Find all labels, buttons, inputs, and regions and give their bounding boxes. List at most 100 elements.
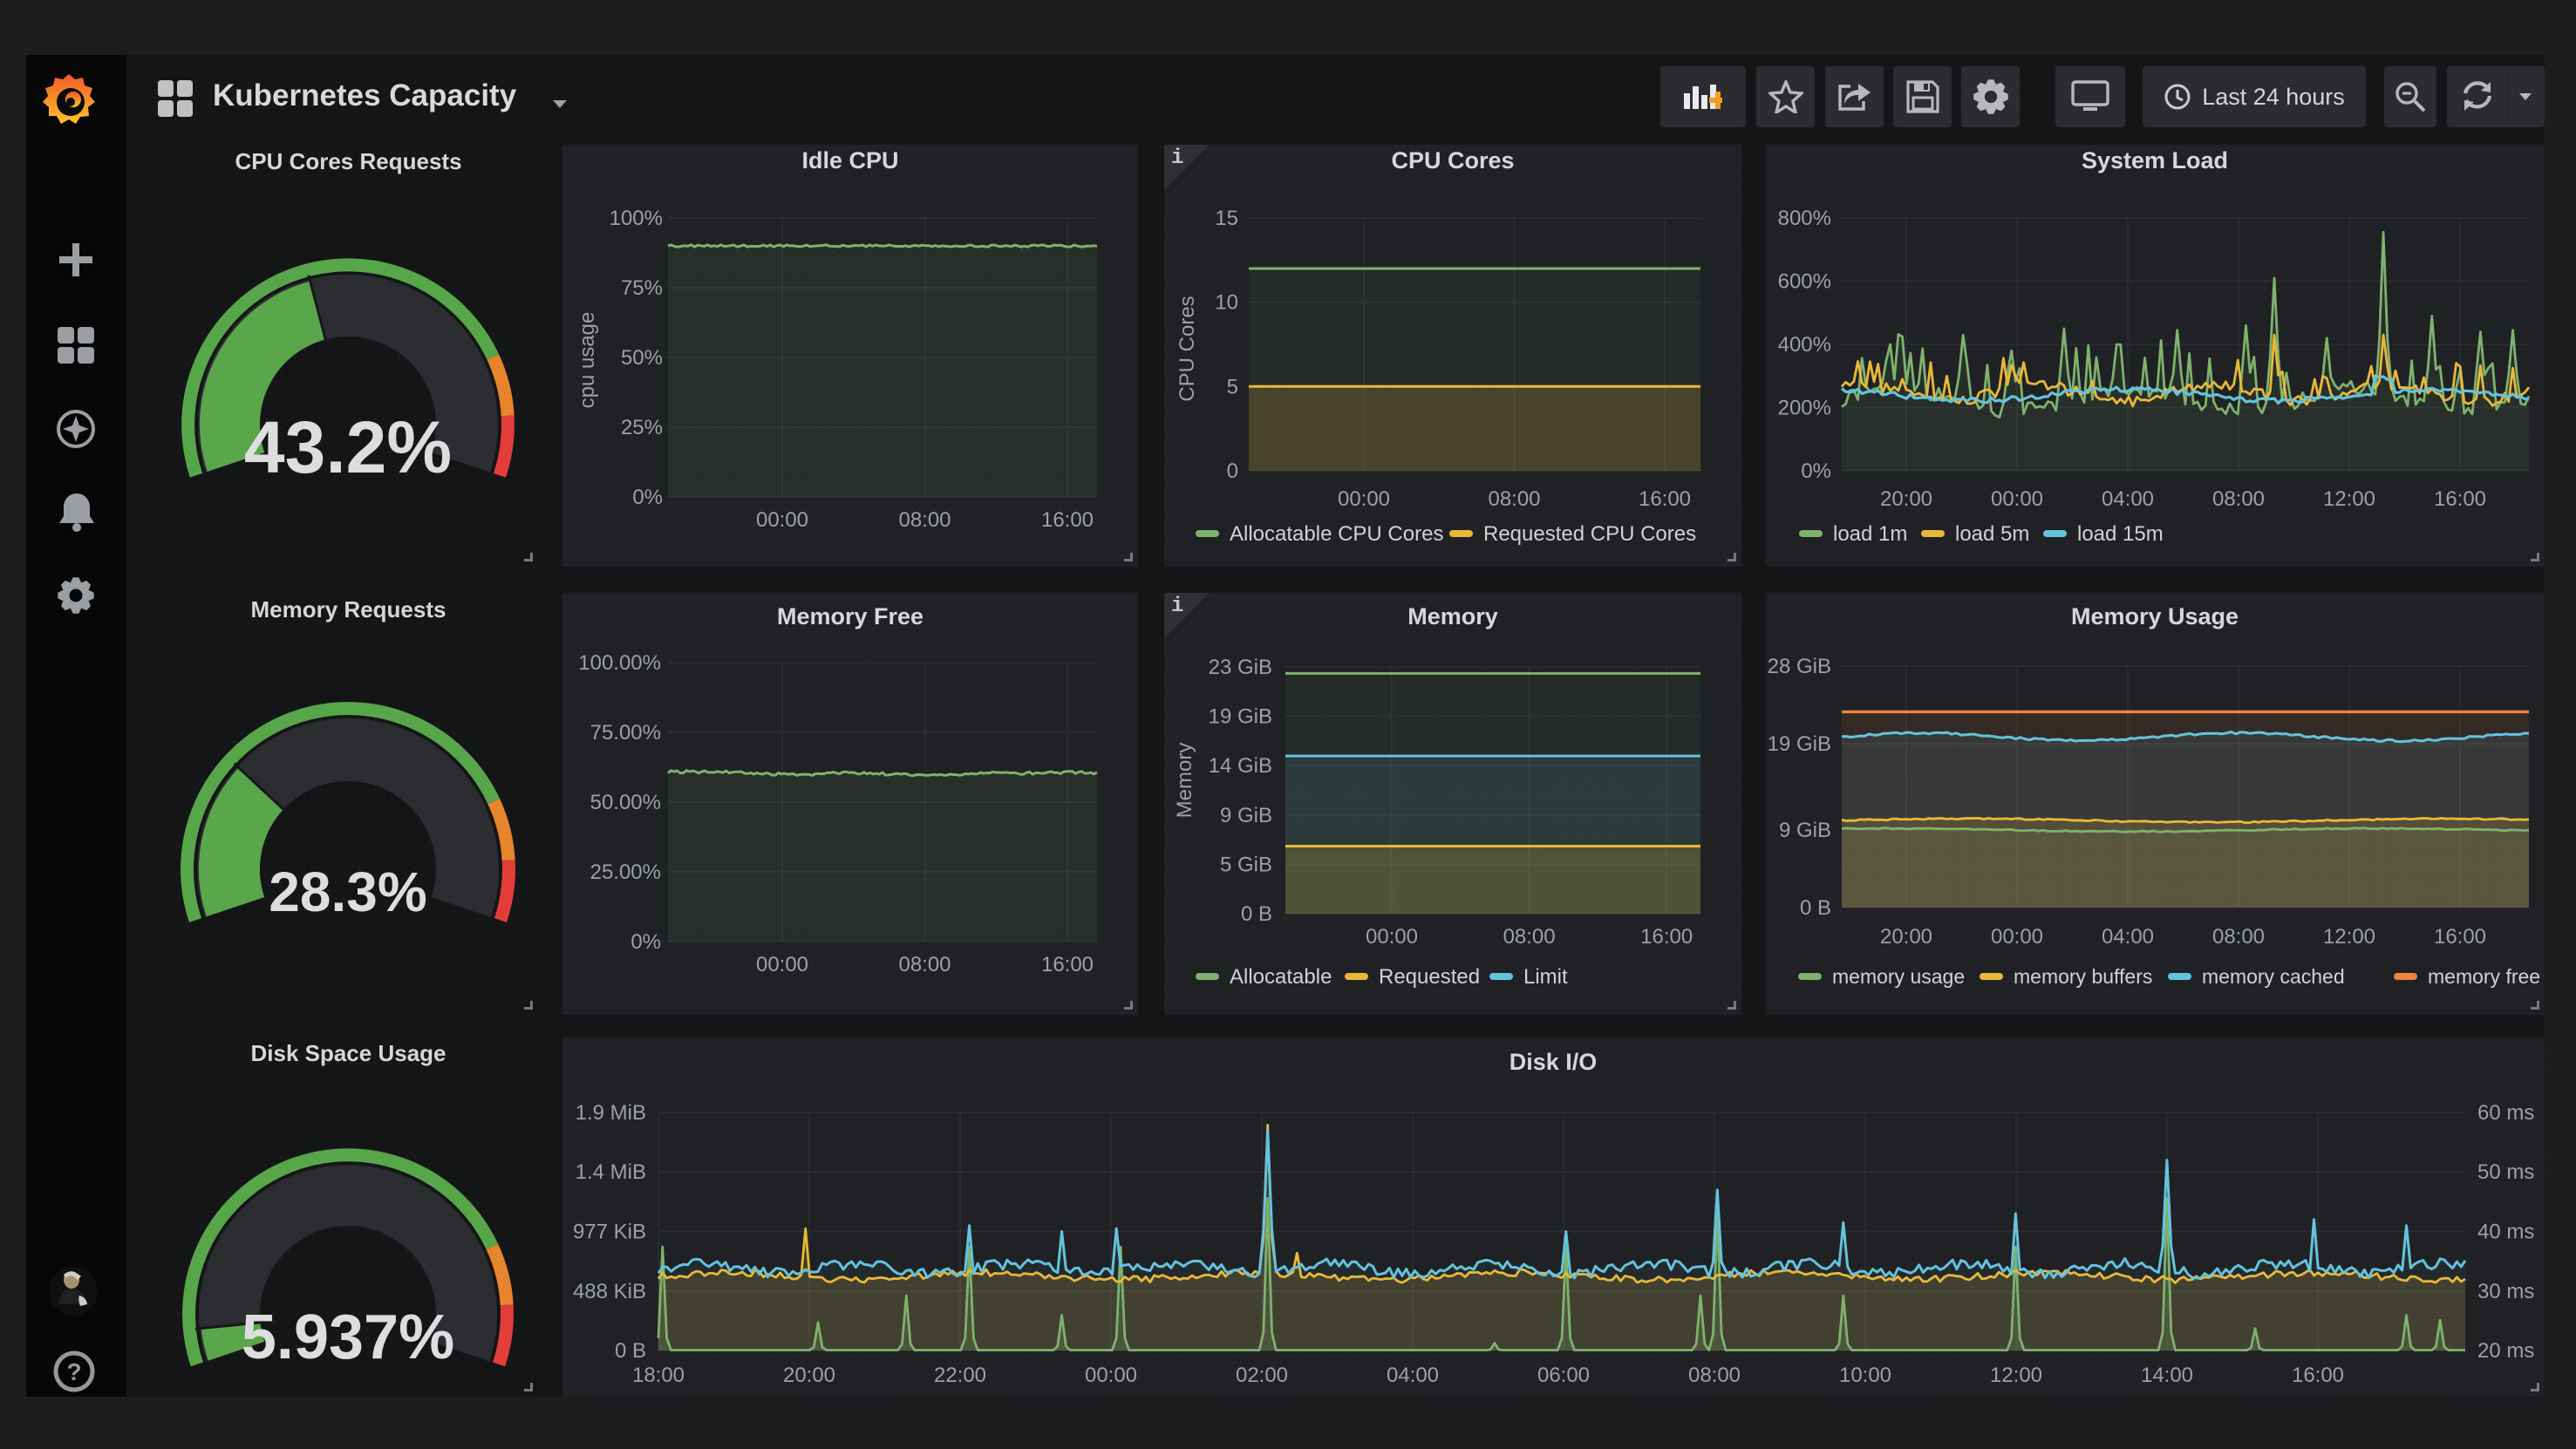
svg-text:16:00: 16:00 bbox=[2292, 1364, 2344, 1387]
svg-text:10:00: 10:00 bbox=[1839, 1364, 1891, 1387]
svg-text:08:00: 08:00 bbox=[1488, 487, 1540, 511]
svg-text:12:00: 12:00 bbox=[2323, 487, 2375, 511]
svg-text:08:00: 08:00 bbox=[2212, 487, 2265, 511]
svg-text:16:00: 16:00 bbox=[1041, 508, 1094, 532]
svg-text:400%: 400% bbox=[1778, 333, 1831, 357]
svg-text:06:00: 06:00 bbox=[1537, 1364, 1590, 1387]
svg-text:Requested CPU Cores: Requested CPU Cores bbox=[1483, 522, 1696, 546]
svg-text:08:00: 08:00 bbox=[898, 953, 951, 976]
svg-text:Limit: Limit bbox=[1523, 965, 1568, 989]
svg-text:19 GiB: 19 GiB bbox=[1209, 705, 1272, 729]
svg-text:02:00: 02:00 bbox=[1236, 1364, 1288, 1387]
svg-text:12:00: 12:00 bbox=[2323, 925, 2375, 949]
svg-text:200%: 200% bbox=[1778, 397, 1831, 420]
svg-text:75.00%: 75.00% bbox=[590, 721, 661, 745]
svg-text:Allocatable: Allocatable bbox=[1230, 965, 1332, 989]
svg-text:100.00%: 100.00% bbox=[578, 651, 661, 675]
svg-text:600%: 600% bbox=[1778, 270, 1831, 294]
svg-text:43.2%: 43.2% bbox=[244, 406, 452, 488]
svg-text:5 GiB: 5 GiB bbox=[1220, 853, 1272, 876]
svg-text:Memory Free: Memory Free bbox=[777, 603, 923, 629]
svg-text:50.00%: 50.00% bbox=[590, 791, 661, 814]
svg-text:15: 15 bbox=[1215, 207, 1238, 230]
svg-text:08:00: 08:00 bbox=[1688, 1364, 1741, 1387]
svg-text:14:00: 14:00 bbox=[2141, 1364, 2193, 1387]
svg-text:load 5m: load 5m bbox=[1955, 522, 2029, 546]
svg-text:0%: 0% bbox=[632, 486, 663, 509]
svg-text:0%: 0% bbox=[630, 930, 661, 954]
svg-text:?: ? bbox=[66, 1358, 81, 1385]
svg-text:20:00: 20:00 bbox=[1880, 487, 1932, 511]
svg-text:9 GiB: 9 GiB bbox=[1220, 804, 1272, 827]
svg-text:0 B: 0 B bbox=[1241, 902, 1272, 926]
svg-text:load 1m: load 1m bbox=[1833, 522, 1907, 546]
svg-text:0%: 0% bbox=[1801, 459, 1831, 483]
svg-text:40 ms: 40 ms bbox=[2477, 1221, 2534, 1244]
svg-text:20 ms: 20 ms bbox=[2477, 1339, 2534, 1363]
svg-text:memory free: memory free bbox=[2428, 965, 2540, 988]
svg-text:Memory: Memory bbox=[1173, 743, 1196, 819]
svg-text:30 ms: 30 ms bbox=[2477, 1280, 2534, 1303]
svg-text:CPU Cores: CPU Cores bbox=[1176, 296, 1199, 401]
svg-text:00:00: 00:00 bbox=[756, 508, 808, 532]
svg-text:Memory Usage: Memory Usage bbox=[2071, 603, 2239, 629]
svg-text:00:00: 00:00 bbox=[1366, 925, 1418, 949]
svg-text:20:00: 20:00 bbox=[783, 1364, 835, 1387]
svg-text:08:00: 08:00 bbox=[2212, 925, 2265, 949]
svg-text:19 GiB: 19 GiB bbox=[1768, 732, 1831, 756]
svg-text:800%: 800% bbox=[1778, 207, 1831, 230]
svg-text:25%: 25% bbox=[621, 416, 663, 439]
svg-text:0 B: 0 B bbox=[1800, 896, 1831, 920]
svg-text:28.3%: 28.3% bbox=[269, 861, 426, 923]
svg-text:00:00: 00:00 bbox=[756, 953, 808, 976]
svg-text:5: 5 bbox=[1227, 375, 1238, 398]
svg-text:cpu usage: cpu usage bbox=[576, 312, 599, 409]
svg-text:75%: 75% bbox=[621, 276, 663, 300]
svg-text:0: 0 bbox=[1227, 459, 1238, 483]
svg-text:08:00: 08:00 bbox=[1503, 925, 1556, 949]
svg-text:60 ms: 60 ms bbox=[2477, 1101, 2534, 1125]
svg-text:14 GiB: 14 GiB bbox=[1209, 754, 1272, 778]
svg-text:10: 10 bbox=[1215, 291, 1238, 315]
svg-text:23 GiB: 23 GiB bbox=[1209, 656, 1272, 679]
svg-text:28 GiB: 28 GiB bbox=[1768, 655, 1831, 678]
svg-text:00:00: 00:00 bbox=[1991, 487, 2043, 511]
svg-text:488 KiB: 488 KiB bbox=[573, 1280, 646, 1303]
svg-text:04:00: 04:00 bbox=[2102, 487, 2154, 511]
svg-text:System Load: System Load bbox=[2082, 147, 2228, 173]
svg-text:00:00: 00:00 bbox=[1991, 925, 2043, 949]
svg-text:16:00: 16:00 bbox=[2434, 925, 2486, 949]
svg-text:00:00: 00:00 bbox=[1085, 1364, 1137, 1387]
svg-text:12:00: 12:00 bbox=[1990, 1364, 2042, 1387]
svg-text:memory usage: memory usage bbox=[1832, 965, 1965, 988]
svg-text:16:00: 16:00 bbox=[1640, 925, 1693, 949]
svg-text:18:00: 18:00 bbox=[632, 1364, 685, 1387]
svg-text:Idle CPU: Idle CPU bbox=[801, 147, 898, 173]
svg-text:Disk I/O: Disk I/O bbox=[1509, 1049, 1598, 1075]
svg-text:1.4 MiB: 1.4 MiB bbox=[576, 1160, 646, 1184]
svg-text:20:00: 20:00 bbox=[1880, 925, 1932, 949]
svg-text:977 KiB: 977 KiB bbox=[573, 1221, 646, 1244]
svg-text:9 GiB: 9 GiB bbox=[1779, 819, 1831, 842]
svg-text:CPU Cores: CPU Cores bbox=[1391, 147, 1514, 173]
svg-text:16:00: 16:00 bbox=[2434, 487, 2486, 511]
svg-text:5.937%: 5.937% bbox=[242, 1303, 454, 1372]
svg-text:Requested: Requested bbox=[1379, 965, 1480, 989]
svg-text:16:00: 16:00 bbox=[1041, 953, 1094, 976]
svg-text:1.9 MiB: 1.9 MiB bbox=[576, 1101, 646, 1125]
svg-text:08:00: 08:00 bbox=[898, 508, 951, 532]
svg-text:Allocatable CPU Cores: Allocatable CPU Cores bbox=[1230, 522, 1443, 546]
svg-text:Memory: Memory bbox=[1407, 603, 1498, 629]
svg-text:memory cached: memory cached bbox=[2202, 965, 2345, 988]
svg-text:50 ms: 50 ms bbox=[2477, 1160, 2534, 1184]
svg-text:04:00: 04:00 bbox=[1387, 1364, 1439, 1387]
svg-text:16:00: 16:00 bbox=[1639, 487, 1691, 511]
svg-text:50%: 50% bbox=[621, 346, 663, 370]
svg-text:memory buffers: memory buffers bbox=[2014, 965, 2152, 988]
svg-text:00:00: 00:00 bbox=[1338, 487, 1390, 511]
svg-text:100%: 100% bbox=[610, 207, 663, 230]
svg-text:0 B: 0 B bbox=[615, 1339, 646, 1363]
svg-text:load 15m: load 15m bbox=[2077, 522, 2164, 546]
svg-text:04:00: 04:00 bbox=[2102, 925, 2154, 949]
svg-text:25.00%: 25.00% bbox=[590, 861, 661, 884]
